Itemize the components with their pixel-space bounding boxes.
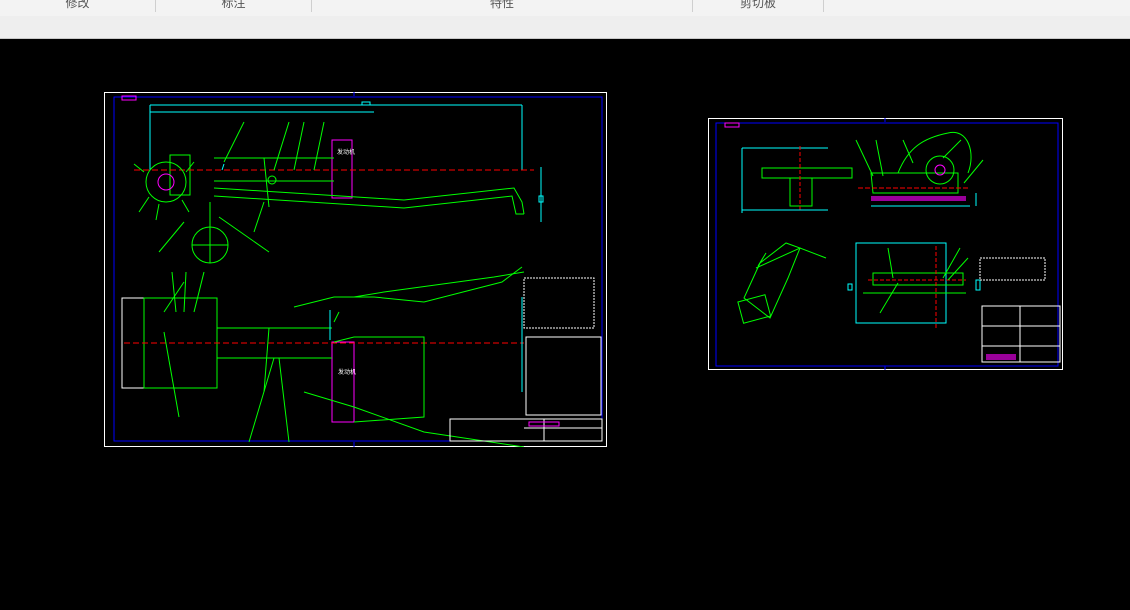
ribbon-collapsed-bar xyxy=(0,16,1130,39)
engine-label-bottom: 发动机 xyxy=(338,368,356,376)
drawing-canvas[interactable]: 发动机 发动机 xyxy=(0,39,1130,610)
drawing-sheet-1[interactable]: 发动机 发动机 xyxy=(104,92,607,447)
ribbon-group-clipboard[interactable]: 剪切板 xyxy=(693,0,823,12)
ribbon-group-modify[interactable]: 修改 xyxy=(0,0,155,12)
drawing-sheet-2[interactable] xyxy=(708,118,1063,370)
sheet-1-drawing: 发动机 发动机 xyxy=(104,92,607,447)
engine-label-top: 发动机 xyxy=(337,148,355,156)
ribbon-panel-labels: 修改 标注 特性 剪切板 xyxy=(0,0,1130,17)
ribbon-group-annotate[interactable]: 标注 xyxy=(156,0,311,12)
ribbon-separator xyxy=(823,0,824,12)
sheet-2-drawing xyxy=(708,118,1063,370)
ribbon-group-properties[interactable]: 特性 xyxy=(312,0,692,12)
